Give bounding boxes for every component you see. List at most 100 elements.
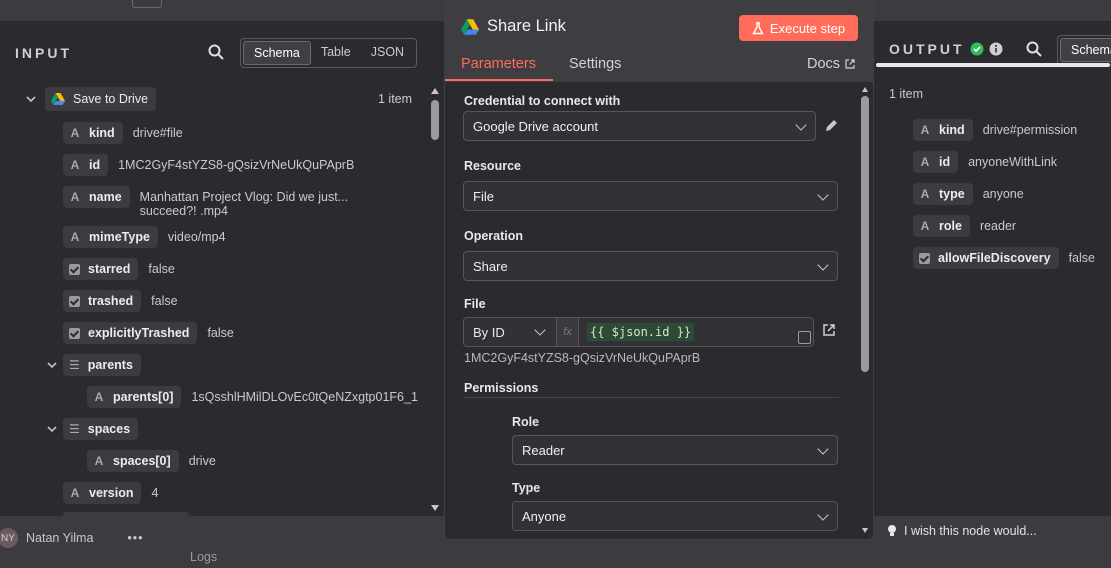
field-pill[interactable]: Atype <box>913 183 973 205</box>
expand-editor-icon[interactable] <box>798 331 811 344</box>
credential-select[interactable]: Google Drive account <box>463 111 816 141</box>
string-type-icon: A <box>920 219 930 233</box>
file-label: File <box>464 297 486 311</box>
user-menu[interactable]: NY Natan Yilma ••• <box>0 528 144 548</box>
field-row[interactable]: allowFileDiscovery false <box>913 247 1095 269</box>
field-pill[interactable]: trashed <box>63 290 142 312</box>
field-row[interactable]: starred false <box>63 258 175 280</box>
boolean-type-icon <box>69 295 80 307</box>
field-row[interactable]: Aspaces[0] drive <box>87 450 216 472</box>
tab-settings[interactable]: Settings <box>569 56 621 72</box>
field-pill[interactable]: Aparents[0] <box>87 386 182 408</box>
input-view-switch: Schema Table JSON <box>240 38 418 68</box>
field-row[interactable]: trashed false <box>63 290 178 312</box>
scroll-down-icon[interactable] <box>429 503 441 513</box>
field-value-line2: succeed?! .mp4 <box>139 204 228 218</box>
input-scrollbar[interactable] <box>429 84 441 516</box>
field-row[interactable]: Aid 1MC2GyF4stYZS8-gQsizVrNeUkQuPAprB <box>63 154 354 176</box>
field-key: kind <box>89 126 115 140</box>
field-pill[interactable]: Aid <box>63 154 109 176</box>
view-json[interactable]: JSON <box>361 41 414 65</box>
logs-tab[interactable]: Logs <box>190 550 217 564</box>
input-item-count: 1 item <box>378 92 413 106</box>
node-title[interactable]: Share Link <box>461 17 566 36</box>
execute-step-label: Execute step <box>769 20 846 36</box>
view-table[interactable]: Table <box>311 41 361 65</box>
file-expression-input[interactable]: {{ $json.id }} <box>579 318 813 346</box>
field-value: 1MC2GyF4stYZS8-gQsizVrNeUkQuPAprB <box>118 158 355 172</box>
output-scroll-indicator <box>876 63 1110 67</box>
search-icon[interactable] <box>1026 41 1042 57</box>
field-row[interactable]: Aid anyoneWithLink <box>913 151 1057 173</box>
execute-step-button[interactable]: Execute step <box>739 15 858 41</box>
scroll-up-icon[interactable] <box>429 86 441 96</box>
external-link-icon[interactable] <box>822 323 836 337</box>
field-pill[interactable]: Arole <box>913 215 970 237</box>
role-select[interactable]: Reader <box>512 435 838 465</box>
view-schema[interactable]: Schema <box>1060 38 1111 62</box>
canvas-button[interactable] <box>132 0 162 8</box>
field-pill[interactable]: AmimeType <box>63 226 158 248</box>
field-row[interactable]: Akind drive#permission <box>913 119 1077 141</box>
type-select[interactable]: Anyone <box>512 501 838 531</box>
field-row[interactable]: Atype anyone <box>913 183 1024 205</box>
parameters-scrollbar[interactable] <box>861 86 869 538</box>
resource-select[interactable]: File <box>463 181 838 211</box>
node-header: Share Link Execute step Parameters Setti… <box>445 0 873 82</box>
tab-parameters[interactable]: Parameters <box>461 56 536 72</box>
field-pill[interactable]: Akind <box>63 122 123 144</box>
field-row-array[interactable]: ☰ parents <box>46 354 141 376</box>
field-row[interactable]: AmimeType video/mp4 <box>63 226 226 248</box>
field-pill[interactable]: Aname <box>63 186 130 208</box>
field-row[interactable]: Arole reader <box>913 215 1016 237</box>
chevron-down-icon[interactable] <box>46 423 58 435</box>
scroll-down-icon[interactable] <box>861 526 869 534</box>
field-pill[interactable]: Aid <box>913 151 959 173</box>
success-check-icon <box>970 42 984 56</box>
expression-icon: fx <box>557 318 579 346</box>
boolean-type-icon <box>69 327 80 339</box>
chevron-down-icon[interactable] <box>25 93 37 105</box>
field-pill[interactable]: starred <box>63 258 139 280</box>
source-node-row[interactable]: Save to Drive <box>25 87 157 111</box>
field-value: anyoneWithLink <box>968 155 1058 169</box>
field-key: allowFileDiscovery <box>938 251 1051 265</box>
field-row[interactable]: explicitlyTrashed false <box>63 322 234 344</box>
output-header: OUTPUT <box>889 41 1003 57</box>
field-value: video/mp4 <box>167 230 226 244</box>
field-value: false <box>148 262 175 276</box>
chevron-down-icon[interactable] <box>46 359 58 371</box>
docs-link[interactable]: Docs <box>807 56 855 72</box>
field-key: role <box>939 219 962 233</box>
view-schema[interactable]: Schema <box>243 41 311 65</box>
search-icon[interactable] <box>208 44 224 60</box>
string-type-icon: A <box>920 187 930 201</box>
info-icon[interactable] <box>989 42 1003 56</box>
field-pill[interactable]: ☰ spaces <box>63 418 139 440</box>
file-mode-select[interactable]: By ID <box>464 318 557 346</box>
field-row[interactable]: Aname Manhattan Project Vlog: Did we just… <box>63 186 348 218</box>
chevron-down-icon <box>817 509 829 521</box>
field-row[interactable]: Aparents[0] 1sQsshlHMilDLOvEc0tQeNZxgtp01… <box>87 386 418 408</box>
field-pill[interactable]: ☰ parents <box>63 354 141 376</box>
field-pill[interactable]: Aversion <box>63 482 142 504</box>
field-row[interactable]: Akind drive#file <box>63 122 183 144</box>
field-pill[interactable]: Akind <box>913 119 973 141</box>
scroll-thumb[interactable] <box>431 100 439 140</box>
pencil-icon[interactable] <box>824 119 838 133</box>
input-panel: INPUT Schema Table JSON Save to Drive 1 … <box>0 22 444 516</box>
scroll-thumb[interactable] <box>861 96 869 372</box>
field-pill[interactable]: Aspaces[0] <box>87 450 179 472</box>
scroll-up-icon[interactable] <box>861 86 869 94</box>
field-pill[interactable]: allowFileDiscovery <box>913 247 1059 269</box>
operation-label: Operation <box>464 229 524 243</box>
string-type-icon: A <box>70 230 80 244</box>
field-row[interactable]: Aversion 4 <box>63 482 158 504</box>
field-pill[interactable]: explicitlyTrashed <box>63 322 198 344</box>
output-item-count: 1 item <box>889 87 924 101</box>
more-icon[interactable]: ••• <box>127 531 143 545</box>
field-key: kind <box>939 123 965 137</box>
feedback-hint[interactable]: I wish this node would... <box>886 524 1037 538</box>
operation-select[interactable]: Share <box>463 251 838 281</box>
field-row-array[interactable]: ☰ spaces <box>46 418 139 440</box>
